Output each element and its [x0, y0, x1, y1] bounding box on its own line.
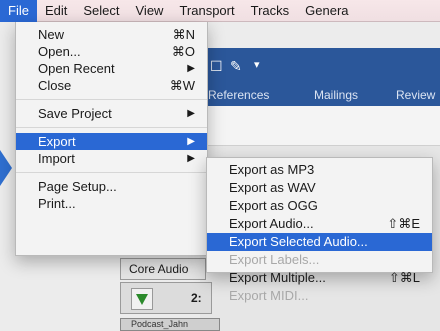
time-display: 2:	[191, 291, 202, 305]
export-submenu: Export as MP3 Export as WAV Export as OG…	[206, 157, 433, 303]
menu-item-label: Save Project	[38, 106, 112, 121]
menu-generate[interactable]: Genera	[297, 0, 356, 22]
menu-item-label: New	[38, 27, 65, 42]
menu-separator	[16, 127, 207, 128]
transport-controls: 2:	[120, 282, 212, 314]
menu-tracks[interactable]: Tracks	[243, 0, 298, 22]
menu-item-page-setup[interactable]: Page Setup...	[16, 178, 207, 195]
menu-item-shortcut: ⇧⌘L	[388, 270, 420, 285]
word-title-bar: ☐ ✎ ▾	[200, 48, 440, 84]
menu-item-import[interactable]: Import ▶	[16, 150, 207, 167]
submenu-arrow-icon: ▶	[187, 153, 195, 164]
menu-item-export-wav[interactable]: Export as WAV	[207, 179, 432, 197]
menu-item-export-mp3[interactable]: Export as MP3	[207, 161, 432, 179]
menu-item-export[interactable]: Export ▶	[16, 133, 207, 150]
dropdown-icon: ▾	[254, 59, 260, 71]
menu-separator	[16, 99, 207, 100]
menu-item-label: Export	[38, 134, 76, 149]
menu-item-export-ogg[interactable]: Export as OGG	[207, 197, 432, 215]
word-ribbon-tabs: References Mailings Review	[200, 84, 440, 106]
menu-item-label: Export Multiple...	[229, 270, 326, 285]
menu-file[interactable]: File	[0, 0, 37, 22]
menu-item-export-audio[interactable]: Export Audio... ⇧⌘E	[207, 215, 432, 233]
menu-item-print[interactable]: Print...	[16, 195, 207, 212]
menu-item-shortcut: ⌘N	[172, 27, 195, 42]
menu-item-open[interactable]: Open... ⌘O	[16, 43, 207, 60]
menu-item-label: Export as MP3	[229, 162, 315, 177]
menu-item-label: Export as OGG	[229, 198, 318, 213]
play-button[interactable]	[131, 288, 153, 310]
menu-item-label: Export Audio...	[229, 216, 314, 231]
word-toolbar	[200, 106, 440, 146]
play-icon	[136, 293, 148, 305]
menu-item-label: Export MIDI...	[229, 288, 309, 303]
menu-item-label: Open...	[38, 44, 81, 59]
menu-item-label: Print...	[38, 196, 76, 211]
menu-item-close[interactable]: Close ⌘W	[16, 77, 207, 94]
submenu-arrow-icon: ▶	[187, 136, 195, 147]
menu-item-shortcut: ⌘W	[169, 78, 195, 93]
menu-item-open-recent[interactable]: Open Recent ▶	[16, 60, 207, 77]
menu-item-label: Export Labels...	[229, 252, 320, 267]
menu-item-export-multiple[interactable]: Export Multiple... ⇧⌘L	[207, 269, 432, 287]
menu-item-label: Open Recent	[38, 61, 115, 76]
menu-transport[interactable]: Transport	[171, 0, 242, 22]
menu-item-export-midi: Export MIDI...	[207, 287, 432, 305]
tab-review[interactable]: Review	[396, 88, 435, 102]
menu-item-label: Import	[38, 151, 75, 166]
submenu-arrow-icon: ▶	[187, 108, 195, 119]
menu-item-label: Export Selected Audio...	[229, 234, 368, 249]
tab-references[interactable]: References	[208, 88, 269, 102]
submenu-arrow-icon: ▶	[187, 63, 195, 74]
file-menu: New ⌘N Open... ⌘O Open Recent ▶ Close ⌘W…	[15, 22, 208, 256]
menu-item-label: Export as WAV	[229, 180, 316, 195]
menu-separator	[16, 172, 207, 173]
menu-select[interactable]: Select	[75, 0, 127, 22]
audio-host-label[interactable]: Core Audio	[120, 258, 206, 280]
menu-item-label: Page Setup...	[38, 179, 117, 194]
menu-item-export-labels: Export Labels...	[207, 251, 432, 269]
menu-edit[interactable]: Edit	[37, 0, 75, 22]
menu-item-shortcut: ⌘O	[171, 44, 195, 59]
menu-item-label: Close	[38, 78, 72, 93]
tab-mailings[interactable]: Mailings	[314, 88, 358, 102]
blue-arrow-shape	[0, 150, 12, 186]
document-icon: ☐	[210, 58, 223, 74]
menubar: File Edit Select View Transport Tracks G…	[0, 0, 440, 22]
menu-item-shortcut: ⇧⌘E	[387, 216, 420, 231]
menu-item-export-selected-audio[interactable]: Export Selected Audio...	[207, 233, 432, 251]
menu-view[interactable]: View	[128, 0, 172, 22]
menu-item-save-project[interactable]: Save Project ▶	[16, 105, 207, 122]
track-name-label[interactable]: Podcast_Jahn	[120, 318, 220, 331]
menu-item-new[interactable]: New ⌘N	[16, 26, 207, 43]
edit-icon: ✎	[230, 58, 242, 74]
